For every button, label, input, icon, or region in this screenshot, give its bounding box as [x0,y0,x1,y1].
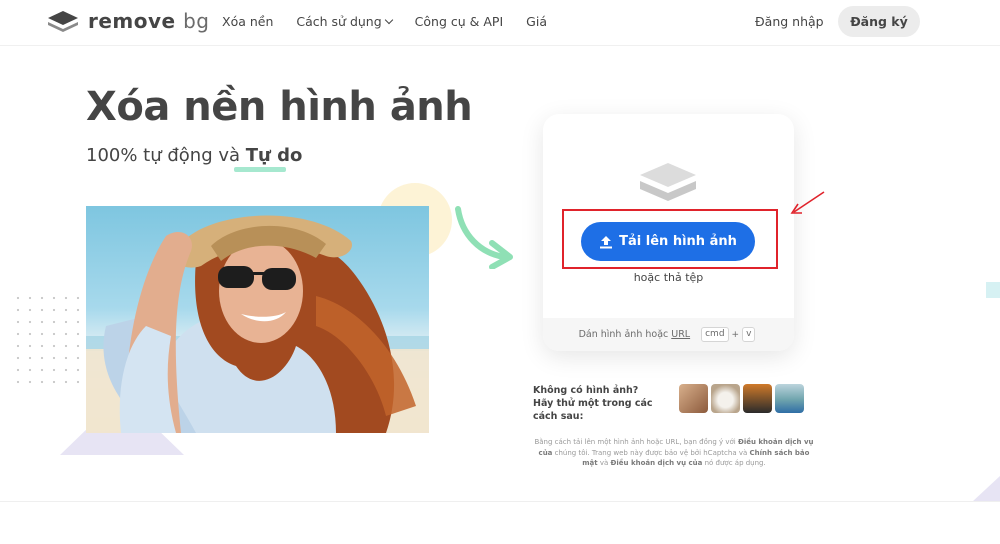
nav-link-tools-api[interactable]: Công cụ & API [415,14,503,29]
dot-pattern [12,292,84,384]
logo-icon [48,11,78,32]
hero-subtitle-prefix: 100% tự động và [86,145,246,166]
arrow-icon [455,206,513,269]
red-arrow-icon [790,191,825,214]
paste-bar: Dán hình ảnh hoặc URL cmd + v [543,318,794,351]
sample-prompt-line2: Hãy thử một trong các cách sau: [533,398,653,422]
login-link[interactable]: Đăng nhập [755,14,824,29]
hero-photo-illustration [86,215,429,433]
nav-link-how-to-use[interactable]: Cách sử dụng [296,14,393,29]
sample-thumb-dog[interactable] [711,384,740,413]
image-stack-icon [640,163,696,201]
sample-thumb-woman[interactable] [679,384,708,413]
nav-links: Xóa nền Cách sử dụng Công cụ & API Giá [222,14,570,29]
hero-subtitle: 100% tự động và Tự do [86,145,302,166]
signup-button[interactable]: Đăng ký [838,6,920,37]
highlight-box [562,209,778,269]
key-v: v [742,327,756,342]
subtitle-underline [234,167,286,172]
nav-link-pricing[interactable]: Giá [526,14,547,29]
decor-corner-triangle [972,476,1000,502]
top-navbar: remove bg Xóa nền Cách sử dụng Công cụ &… [0,0,1000,46]
sample-thumb-phone[interactable] [743,384,772,413]
decor-square [986,282,1000,298]
chevron-down-icon [384,15,393,25]
hero-photo [86,206,429,433]
section-divider [0,501,1000,502]
hero-title: Xóa nền hình ảnh [86,84,473,130]
drop-file-text: hoặc thả tệp [633,271,704,284]
key-plus: + [731,329,740,340]
paste-text: Dán hình ảnh hoặc [578,329,669,340]
logo-text: remove bg [88,9,210,33]
sample-prompt-line1: Không có hình ảnh? [533,385,639,396]
nav-link-how-to-use-label: Cách sử dụng [296,14,382,29]
nav-link-remove-bg[interactable]: Xóa nền [222,14,273,29]
legal-text-1: Bằng cách tải lên một hình ảnh hoặc URL,… [534,438,738,446]
sample-prompt: Không có hình ảnh? Hãy thử một trong các… [533,384,673,423]
key-cmd: cmd [701,327,729,342]
hcaptcha-terms-link[interactable]: Điều khoản dịch vụ của [611,459,703,467]
sample-thumbnails [679,384,804,413]
paste-url-link[interactable]: URL [671,329,690,340]
legal-text-2: chúng tôi. Trang web này được bảo vệ bởi… [552,448,750,457]
hero-subtitle-bold: Tự do [245,145,303,166]
sample-thumb-car[interactable] [775,384,804,413]
legal-text-3: và [597,459,611,467]
legal-text-4: nó được áp dụng. [702,459,766,467]
legal-text: Bằng cách tải lên một hình ảnh hoặc URL,… [533,437,815,469]
logo[interactable]: remove bg [47,9,209,33]
